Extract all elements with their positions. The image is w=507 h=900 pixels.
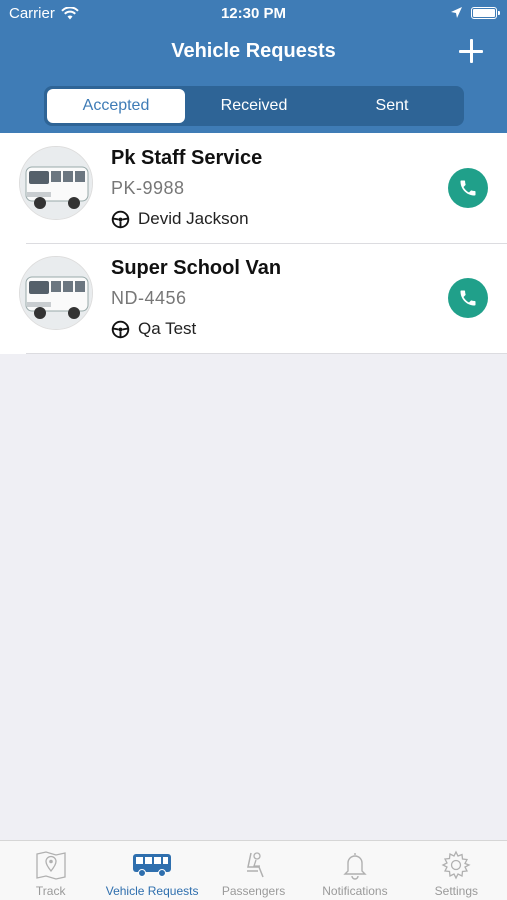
- phone-icon: [460, 180, 476, 196]
- tab-sent[interactable]: Sent: [323, 89, 461, 123]
- tab-passengers-label: Passengers: [221, 884, 286, 898]
- phone-icon: [460, 290, 476, 306]
- map-pin-icon: [31, 849, 71, 881]
- tab-settings[interactable]: Settings: [406, 841, 507, 900]
- tab-settings-label: Settings: [434, 884, 478, 898]
- vehicle-name: Super School Van: [111, 257, 282, 279]
- driver-name: Qa Test: [138, 319, 197, 338]
- driver-name: Devid Jackson: [138, 209, 249, 228]
- vehicle-name: Pk Staff Service: [111, 147, 263, 169]
- request-row[interactable]: Super School Van ND-4456 Qa Test: [0, 243, 507, 353]
- steering-wheel-icon: [111, 320, 130, 338]
- tab-notifications-label: Notifications: [322, 884, 388, 898]
- bell-icon: [335, 849, 375, 881]
- status-indicators: [450, 6, 500, 19]
- tab-vehicle-requests-label: Vehicle Requests: [105, 884, 199, 898]
- battery-icon: [471, 6, 500, 19]
- steering-wheel-icon: [111, 210, 130, 228]
- request-list: Pk Staff Service PK-9988 Devid Jackson S…: [0, 133, 507, 354]
- status-bar: Carrier 12:30 PM: [0, 0, 507, 28]
- bus-icon: [132, 849, 172, 881]
- tab-passengers[interactable]: Passengers: [203, 841, 304, 900]
- page-title: Vehicle Requests: [171, 40, 336, 62]
- header: Carrier 12:30 PM Vehicle Requests Accept…: [0, 0, 507, 133]
- request-row[interactable]: Pk Staff Service PK-9988 Devid Jackson: [0, 133, 507, 243]
- bottom-tab-bar: Track Vehicle Requests Passengers Notifi…: [0, 840, 507, 900]
- vehicle-avatar: [19, 256, 93, 330]
- tab-track-label: Track: [35, 884, 66, 898]
- location-arrow-icon: [451, 7, 462, 18]
- gear-icon: [436, 849, 476, 881]
- seat-icon: [234, 849, 274, 881]
- request-filter-tabs: Accepted Received Sent: [44, 86, 464, 126]
- driver-info: Devid Jackson: [111, 209, 249, 229]
- tab-vehicle-requests[interactable]: Vehicle Requests: [101, 841, 202, 900]
- tab-received[interactable]: Received: [185, 89, 323, 123]
- status-time: 12:30 PM: [220, 5, 287, 22]
- call-button[interactable]: [448, 278, 488, 318]
- call-button[interactable]: [448, 168, 488, 208]
- vehicle-plate: PK-9988: [111, 178, 185, 198]
- tab-accepted[interactable]: Accepted: [47, 89, 185, 123]
- vehicle-plate: ND-4456: [111, 288, 187, 308]
- add-request-button[interactable]: [457, 36, 487, 66]
- tab-track[interactable]: Track: [0, 841, 101, 900]
- tab-notifications[interactable]: Notifications: [304, 841, 405, 900]
- vehicle-avatar: [19, 146, 93, 220]
- driver-info: Qa Test: [111, 319, 196, 339]
